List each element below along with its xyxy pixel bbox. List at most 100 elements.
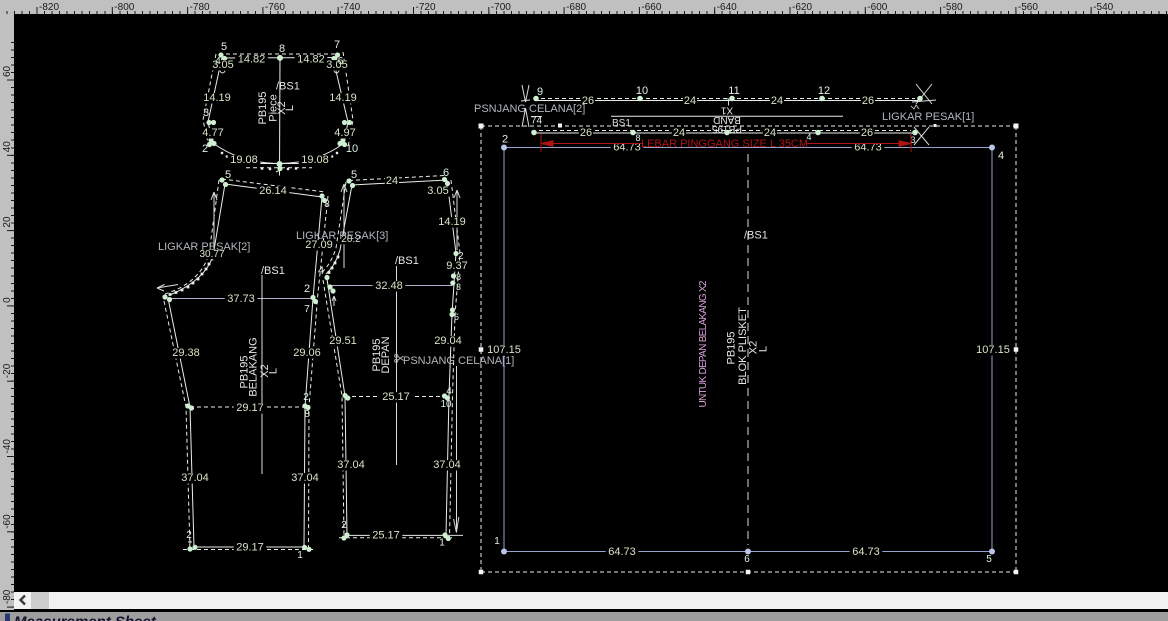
svg-text:2: 2	[304, 283, 310, 295]
svg-text:2: 2	[202, 143, 208, 155]
svg-text:BELAKANG: BELAKANG	[248, 337, 260, 396]
svg-text:37.73: 37.73	[227, 293, 255, 305]
svg-text:UNTUK DEPAN BELAKANG X2: UNTUK DEPAN BELAKANG X2	[698, 280, 709, 407]
svg-text:20: 20	[2, 216, 13, 228]
svg-text:-600: -600	[867, 2, 887, 13]
svg-text:29.17: 29.17	[236, 542, 264, 554]
svg-text:6: 6	[338, 56, 344, 67]
svg-text:25.17: 25.17	[372, 530, 400, 542]
svg-text:107.15: 107.15	[976, 344, 1010, 356]
svg-text:10: 10	[346, 143, 358, 155]
svg-text:64.73: 64.73	[608, 546, 636, 558]
svg-text:8: 8	[456, 272, 461, 282]
svg-text:6: 6	[744, 554, 750, 565]
svg-text:60: 60	[2, 65, 13, 77]
svg-text:-660: -660	[641, 2, 661, 13]
svg-text:19.08: 19.08	[301, 154, 329, 166]
svg-text:14.19: 14.19	[203, 92, 231, 104]
svg-text:-620: -620	[792, 2, 812, 13]
svg-text:/BS1: /BS1	[276, 81, 300, 93]
svg-text:11: 11	[728, 85, 739, 97]
svg-text:14.82: 14.82	[238, 54, 266, 66]
svg-text:/BS1: /BS1	[395, 255, 419, 267]
svg-text:10: 10	[636, 85, 648, 97]
svg-text:L: L	[268, 368, 280, 374]
svg-text:29.38: 29.38	[172, 347, 200, 359]
svg-text:37.04: 37.04	[291, 472, 319, 484]
svg-text:/BS1: /BS1	[744, 230, 768, 242]
svg-text:PSNJANG CELANA[2]: PSNJANG CELANA[2]	[474, 103, 585, 115]
svg-text:8: 8	[279, 43, 285, 55]
svg-text:2: 2	[186, 530, 192, 541]
svg-text:24: 24	[771, 95, 783, 107]
svg-text:5: 5	[225, 169, 231, 181]
svg-text:29.51: 29.51	[329, 335, 357, 347]
svg-text:32.48: 32.48	[375, 280, 403, 292]
svg-text:BS1: BS1	[612, 118, 631, 129]
svg-text:29.17: 29.17	[236, 402, 264, 414]
svg-text:0: 0	[2, 297, 13, 303]
svg-text:/BS1: /BS1	[261, 265, 285, 277]
svg-text:L: L	[284, 105, 296, 111]
svg-text:29.06: 29.06	[293, 347, 321, 359]
svg-text:-760: -760	[265, 2, 285, 13]
svg-text:LIGKAR PESAK[3]: LIGKAR PESAK[3]	[296, 230, 388, 242]
svg-text:Measurement Sheet: Measurement Sheet	[14, 614, 157, 621]
svg-text:4.77: 4.77	[202, 127, 223, 139]
svg-text:9.37: 9.37	[446, 260, 467, 272]
svg-text:L: L	[758, 346, 770, 352]
svg-text:24: 24	[684, 95, 696, 107]
svg-text:-700: -700	[491, 2, 511, 13]
svg-text:2: 2	[502, 134, 508, 146]
svg-text:LIGKAR PESAK[1]: LIGKAR PESAK[1]	[882, 111, 974, 123]
svg-text:5: 5	[986, 554, 992, 565]
svg-text:-720: -720	[416, 2, 436, 13]
svg-text:8: 8	[324, 199, 330, 210]
svg-text:2: 2	[303, 392, 309, 403]
svg-text:14.82: 14.82	[297, 54, 325, 66]
svg-text:37.04: 37.04	[433, 459, 461, 471]
svg-text:3: 3	[203, 107, 209, 119]
svg-text:-540: -540	[1093, 2, 1113, 13]
svg-text:1: 1	[439, 538, 445, 549]
svg-text:4: 4	[215, 56, 221, 67]
svg-text:2: 2	[341, 520, 347, 531]
svg-text:29.04: 29.04	[434, 335, 462, 347]
svg-text:4: 4	[446, 386, 452, 397]
svg-text:37.04: 37.04	[181, 472, 209, 484]
svg-text:26: 26	[861, 127, 873, 139]
svg-text:PB195: PB195	[726, 331, 738, 364]
svg-text:37.04: 37.04	[337, 459, 365, 471]
svg-text:-800: -800	[114, 2, 134, 13]
svg-text:6: 6	[454, 312, 459, 322]
svg-text:-80: -80	[2, 589, 13, 604]
svg-text:4: 4	[998, 150, 1004, 162]
svg-text:-40: -40	[2, 439, 13, 454]
svg-text:40: 40	[2, 141, 13, 153]
svg-text:3: 3	[456, 282, 461, 292]
svg-text:3.05: 3.05	[427, 185, 448, 197]
svg-text:7: 7	[334, 39, 340, 51]
svg-text:PSNJANG CELANA[1]: PSNJANG CELANA[1]	[403, 355, 514, 367]
svg-text:-740: -740	[340, 2, 360, 13]
svg-text:4: 4	[318, 265, 324, 277]
svg-text:DEPAN: DEPAN	[380, 336, 392, 373]
svg-text:26: 26	[862, 95, 874, 107]
svg-text:107.15: 107.15	[487, 344, 521, 356]
svg-text:1: 1	[494, 536, 500, 547]
svg-text:74: 74	[531, 116, 543, 127]
svg-text:14.19: 14.19	[329, 92, 357, 104]
svg-text:5: 5	[351, 169, 357, 181]
svg-text:LEBAR PINGGANG SIZE L 35CM: LEBAR PINGGANG SIZE L 35CM	[641, 138, 808, 150]
svg-text:30.77: 30.77	[199, 249, 224, 260]
svg-text:4.97: 4.97	[334, 127, 355, 139]
svg-text:5: 5	[221, 41, 227, 53]
svg-text:8: 8	[304, 409, 310, 420]
svg-text:8: 8	[635, 133, 640, 143]
svg-text:-680: -680	[566, 2, 586, 13]
svg-text:24: 24	[386, 175, 398, 187]
svg-text:26: 26	[580, 127, 592, 139]
svg-text:10: 10	[440, 399, 452, 410]
svg-text:-560: -560	[1018, 2, 1038, 13]
svg-text:19.08: 19.08	[230, 154, 258, 166]
